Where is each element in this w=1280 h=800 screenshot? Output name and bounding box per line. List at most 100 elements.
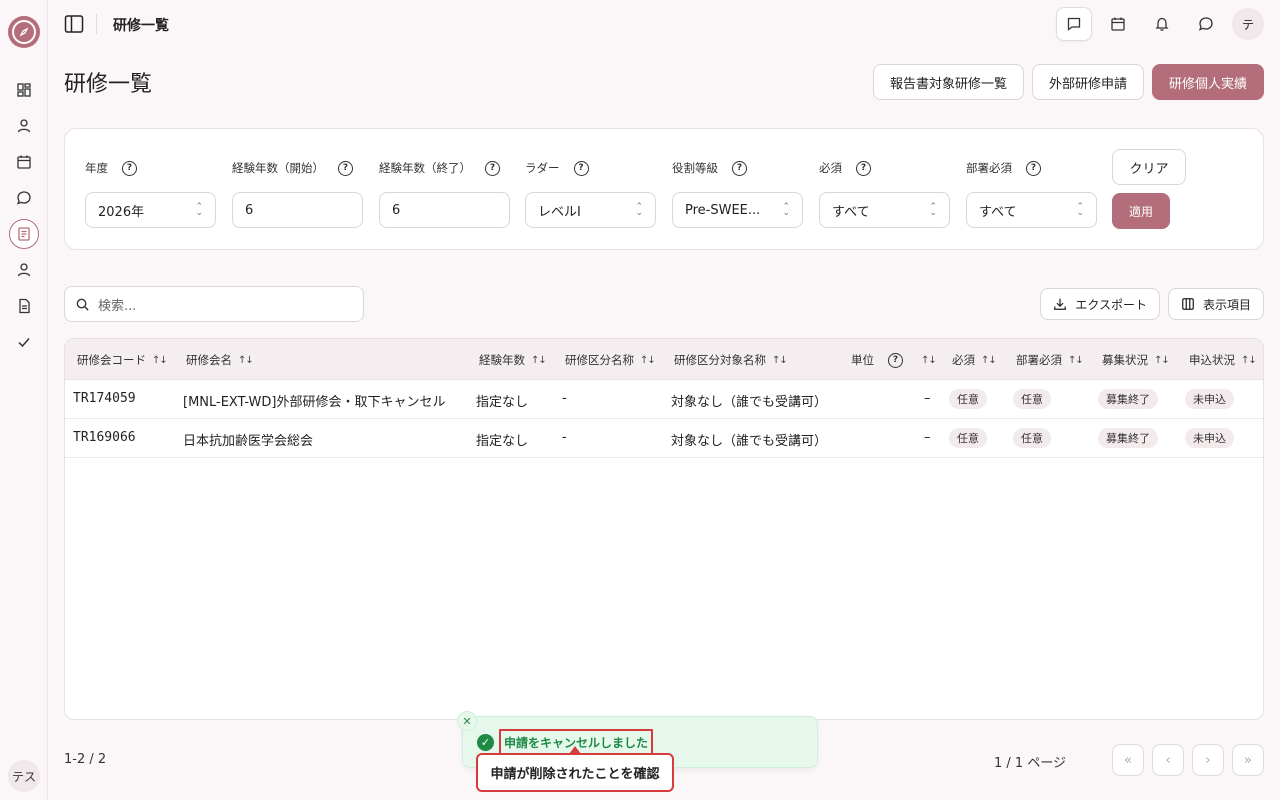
table-header: 研修会コード ↑↓ 研修会名 ↑↓ 経験年数 ↑↓ 研修区分名称 ↑↓ 研修区分対象名称… bbox=[65, 339, 1263, 380]
chat-icon[interactable] bbox=[1188, 7, 1224, 41]
document-icon[interactable] bbox=[12, 294, 36, 318]
annotation-callout: 申請が削除されたことを確認 bbox=[476, 753, 674, 792]
help-icon[interactable]: ? bbox=[732, 160, 747, 176]
help-icon[interactable]: ? bbox=[122, 160, 137, 176]
column-header-dept-required[interactable]: 部署必須 ↑↓ bbox=[1016, 352, 1084, 368]
help-icon[interactable]: ? bbox=[1026, 160, 1041, 176]
table-tools: エクスポート 表示項目 bbox=[1040, 288, 1264, 320]
next-page-icon[interactable]: › bbox=[1192, 744, 1224, 776]
sort-icon: ↑↓ bbox=[1154, 354, 1170, 366]
personal-record-button[interactable]: 研修個人実績 bbox=[1151, 64, 1264, 100]
chevron-updown-icon: ⌃ ⌄ bbox=[195, 202, 203, 218]
sidebar-toggle-icon[interactable] bbox=[64, 14, 84, 34]
column-header-recruit[interactable]: 募集状況 ↑↓ bbox=[1102, 352, 1170, 368]
table-row[interactable]: TR169066 日本抗加齢医学会総会 指定なし - 対象なし（誰でも受講可） … bbox=[65, 419, 1263, 458]
profile-icon[interactable] bbox=[12, 258, 36, 282]
column-header-name[interactable]: 研修会名 ↑↓ bbox=[186, 352, 254, 368]
column-header-apply[interactable]: 申込状況 ↑↓ bbox=[1189, 352, 1257, 368]
cell-target: 対象なし（誰でも受講可） bbox=[671, 434, 828, 449]
dept-required-select[interactable]: すべて ⌃ ⌄ bbox=[966, 192, 1097, 228]
column-header-required[interactable]: 必須 ↑↓ bbox=[952, 352, 997, 368]
filter-label: ラダー bbox=[525, 161, 560, 175]
report-training-list-button[interactable]: 報告書対象研修一覧 bbox=[872, 64, 1024, 100]
breadcrumb-title: 研修一覧 bbox=[113, 18, 169, 34]
cell-name: 日本抗加齢医学会総会 bbox=[183, 434, 314, 449]
cell-unit: – bbox=[924, 391, 931, 406]
columns-label: 表示項目 bbox=[1202, 297, 1251, 312]
filter-ladder: ラダー? レベルI ⌃ ⌄ bbox=[525, 159, 656, 228]
filter-label: 経験年数（終了） bbox=[379, 161, 471, 175]
cell-code: TR174059 bbox=[73, 391, 136, 406]
cell-years: 指定なし bbox=[476, 434, 529, 449]
export-button[interactable]: エクスポート bbox=[1040, 288, 1160, 320]
bell-icon[interactable] bbox=[1144, 7, 1180, 41]
chevron-updown-icon: ⌃ ⌄ bbox=[782, 202, 790, 218]
chat-icon[interactable] bbox=[12, 186, 36, 210]
filter-label: 部署必須 bbox=[966, 161, 1012, 175]
help-icon[interactable]: ? bbox=[338, 160, 353, 176]
columns-button[interactable]: 表示項目 bbox=[1167, 288, 1264, 320]
check-icon[interactable] bbox=[12, 330, 36, 354]
cell-name: [MNL-EXT-WD]外部研修会・取下キャンセル bbox=[183, 395, 446, 410]
sort-icon: ↑↓ bbox=[238, 354, 254, 366]
sidebar-user-avatar[interactable]: テス bbox=[8, 760, 40, 792]
user-avatar[interactable]: テ bbox=[1232, 8, 1264, 40]
close-icon[interactable]: ✕ bbox=[457, 711, 477, 731]
select-value: Pre-SWEE... bbox=[685, 202, 761, 218]
first-page-icon[interactable]: « bbox=[1112, 744, 1144, 776]
cell-years: 指定なし bbox=[476, 395, 529, 410]
chevron-updown-icon: ⌃ ⌄ bbox=[929, 202, 937, 218]
help-icon[interactable]: ? bbox=[888, 352, 903, 368]
filter-panel: 年度? 2026年 ⌃ ⌄ 経験年数（開始）? 6 経験年数（終了）? 6 ラダー?… bbox=[64, 128, 1264, 250]
cell-category: - bbox=[562, 430, 567, 445]
help-icon[interactable]: ? bbox=[573, 160, 589, 176]
training-list-icon[interactable] bbox=[9, 219, 39, 249]
help-icon[interactable]: ? bbox=[856, 160, 871, 176]
status-badge-required: 任意 bbox=[949, 428, 987, 448]
divider bbox=[96, 14, 97, 34]
message-square-icon[interactable] bbox=[1056, 7, 1092, 41]
clear-button[interactable]: クリア bbox=[1112, 149, 1186, 185]
filter-experience-start: 経験年数（開始）? 6 bbox=[232, 159, 363, 228]
calendar-icon[interactable] bbox=[1100, 7, 1136, 41]
required-select[interactable]: すべて ⌃ ⌄ bbox=[819, 192, 950, 228]
cell-target: 対象なし（誰でも受講可） bbox=[671, 395, 828, 410]
select-value: すべて bbox=[832, 204, 870, 220]
search-input[interactable]: 検索... bbox=[64, 286, 364, 322]
sort-icon: ↑↓ bbox=[772, 354, 788, 366]
prev-page-icon[interactable]: ‹ bbox=[1152, 744, 1184, 776]
column-header-unit[interactable]: 単位? ↑↓ bbox=[851, 352, 937, 368]
sort-icon: ↑↓ bbox=[981, 354, 997, 366]
experience-end-input[interactable]: 6 bbox=[379, 192, 510, 228]
column-header-code[interactable]: 研修会コード ↑↓ bbox=[77, 352, 168, 368]
external-training-apply-button[interactable]: 外部研修申請 bbox=[1031, 64, 1144, 100]
input-value: 6 bbox=[245, 202, 254, 218]
select-value: すべて bbox=[979, 204, 1017, 220]
cell-category: - bbox=[562, 391, 567, 406]
cell-unit: – bbox=[924, 430, 931, 445]
column-header-target[interactable]: 研修区分対象名称 ↑↓ bbox=[674, 352, 788, 368]
column-header-category[interactable]: 研修区分名称 ↑↓ bbox=[565, 352, 656, 368]
status-badge-dept-required: 任意 bbox=[1013, 389, 1051, 409]
search-icon bbox=[76, 298, 89, 311]
ladder-select[interactable]: レベルI ⌃ ⌄ bbox=[525, 192, 656, 228]
pagination: « ‹ › » bbox=[1112, 744, 1264, 776]
year-select[interactable]: 2026年 ⌃ ⌄ bbox=[85, 192, 216, 228]
top-bar: 研修一覧 テ bbox=[48, 0, 1280, 48]
last-page-icon[interactable]: » bbox=[1232, 744, 1264, 776]
apply-button[interactable]: 適用 bbox=[1112, 193, 1170, 229]
user-icon[interactable] bbox=[12, 114, 36, 138]
role-grade-select[interactable]: Pre-SWEE... ⌃ ⌄ bbox=[672, 192, 803, 228]
export-label: エクスポート bbox=[1075, 297, 1147, 312]
app-logo[interactable] bbox=[8, 16, 40, 48]
check-circle-icon: ✓ bbox=[477, 734, 494, 751]
top-actions: テ bbox=[1056, 7, 1264, 41]
table-row[interactable]: TR174059 [MNL-EXT-WD]外部研修会・取下キャンセル 指定なし … bbox=[65, 380, 1263, 419]
sort-icon: ↑↓ bbox=[152, 354, 168, 366]
column-header-years[interactable]: 経験年数 ↑↓ bbox=[479, 352, 547, 368]
calendar-icon[interactable] bbox=[12, 150, 36, 174]
filter-label: 経験年数（開始） bbox=[232, 161, 324, 175]
help-icon[interactable]: ? bbox=[485, 160, 500, 176]
dashboard-icon[interactable] bbox=[12, 78, 36, 102]
experience-start-input[interactable]: 6 bbox=[232, 192, 363, 228]
